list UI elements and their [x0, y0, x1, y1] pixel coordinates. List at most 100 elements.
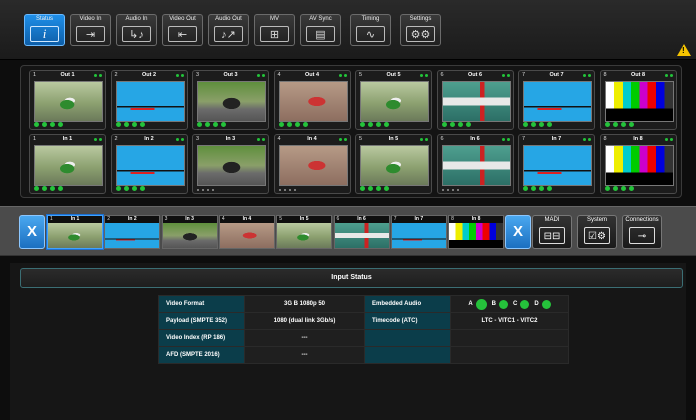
audio-indicators — [441, 122, 471, 127]
output-cell[interactable]: 7 Out 7 — [518, 70, 595, 130]
signal-dots — [501, 138, 510, 141]
strip-input-cell[interactable]: 4 In 4 — [218, 215, 275, 249]
channel-label: C — [513, 301, 518, 307]
tab-av-sync[interactable]: AV Sync ▤ — [300, 14, 341, 46]
cell-header: 4 Out 4 — [275, 71, 350, 80]
tab-audio-out[interactable]: Audio Out ♪↗ — [208, 14, 249, 46]
output-cell[interactable]: 4 Out 4 — [273, 70, 351, 130]
signal-dots — [420, 74, 428, 77]
strip-cell-name: In 4 — [242, 216, 252, 222]
tab-label: Timing — [361, 16, 380, 22]
timecode-label: Timecode (ATC) — [364, 312, 451, 330]
audio-indicators — [115, 122, 145, 127]
connections-button[interactable]: Connections ⊸ — [622, 215, 662, 249]
strip-thumbnail — [48, 223, 102, 248]
cell-header: 1 Out 1 — [30, 71, 105, 80]
input-cell[interactable]: 2 In 2 — [110, 134, 188, 194]
madi-button[interactable]: MADI ⊟⊟ — [532, 215, 572, 249]
empty-label — [364, 346, 451, 364]
info-icon: i — [30, 26, 59, 42]
tab-timing[interactable]: Timing ∿ — [350, 14, 391, 46]
strip-cell-name: In 1 — [70, 216, 80, 222]
warning-icon[interactable]: ! — [677, 44, 691, 56]
video-thumbnail — [441, 145, 511, 186]
led-icon — [499, 299, 508, 309]
cell-header: 7 In 7 — [519, 135, 594, 144]
tab-label: MV — [270, 16, 279, 22]
channel-label: A — [468, 301, 473, 307]
tab-audio-in[interactable]: Audio In ↳♪ — [116, 14, 157, 46]
clapper-icon: ▤ — [306, 26, 335, 42]
signal-dots — [664, 74, 673, 77]
strip-cell-header: 7 In 7 — [391, 216, 446, 223]
tab-label: Audio Out — [215, 16, 242, 22]
tab-settings[interactable]: Settings ⚙⚙ — [400, 14, 441, 46]
signal-dots — [501, 74, 510, 77]
table-row: Video Index (RP 186) --- — [158, 329, 569, 347]
cell-header: 3 In 3 — [193, 135, 268, 144]
audio-indicators — [523, 122, 552, 127]
tab-status[interactable]: Status i — [24, 14, 65, 46]
output-cell[interactable]: 5 Out 5 — [355, 70, 432, 130]
led-icon — [541, 299, 551, 309]
top-toolbar: Status i Video In ⇥ Audio In ↳♪ Video Out ⇤ … — [0, 0, 696, 60]
audio-out-icon: ♪↗ — [214, 26, 243, 42]
input-selector-strip: X X MADI ⊟⊟ System ☑⚙ Connections ⊸ 1 In 12I… — [0, 206, 696, 256]
input-cell[interactable]: 5 In 5 — [355, 134, 432, 194]
signal-dots — [257, 74, 265, 77]
output-cell[interactable]: 2 Out 2 — [110, 70, 188, 130]
output-cell[interactable]: 1 Out 1 — [29, 70, 106, 130]
output-cell[interactable]: 3 Out 3 — [192, 70, 269, 130]
video-thumbnail — [197, 81, 266, 122]
strip-cell-header: 2 In 2 — [105, 216, 160, 223]
tab-video-out[interactable]: Video Out ⇤ — [162, 14, 203, 46]
timing-icon: ∿ — [356, 26, 385, 42]
close-left-button[interactable]: X — [19, 215, 45, 249]
strip-input-cell[interactable]: 8 In 8 — [448, 215, 505, 249]
signal-dots — [338, 74, 347, 77]
tab-video-in[interactable]: Video In ⇥ — [70, 14, 111, 46]
input-cell[interactable]: 6 In 6 — [436, 134, 514, 194]
empty-value — [450, 346, 569, 364]
multiview-icon: ⊞ — [260, 26, 289, 42]
tab-label: Settings — [409, 16, 432, 22]
led-icon — [475, 298, 487, 310]
strip-input-cell[interactable]: 6 In 6 — [333, 215, 390, 249]
video-thumbnail — [523, 145, 592, 186]
strip-input-cell[interactable]: 1 In 1 — [47, 215, 103, 249]
input-cell[interactable]: 1 In 1 — [29, 134, 106, 194]
signal-dots — [420, 138, 428, 141]
close-right-button[interactable]: X — [505, 215, 531, 249]
output-cell[interactable]: 6 Out 6 — [436, 70, 514, 130]
strip-cell-name: In 5 — [299, 216, 309, 222]
video-thumbnail — [115, 81, 185, 122]
input-cell[interactable]: 4 In 4 — [273, 134, 351, 194]
audio-indicators — [604, 122, 634, 127]
audio-indicators — [360, 186, 389, 191]
input-cell[interactable]: 7 In 7 — [518, 134, 595, 194]
channel-c: C — [513, 299, 530, 309]
signal-dots — [338, 138, 347, 141]
strip-input-cell[interactable]: 2 In 2 — [104, 215, 161, 249]
input-cell[interactable]: 3 In 3 — [192, 134, 269, 194]
video-in-icon: ⇥ — [76, 26, 105, 42]
tab-label: Video Out — [169, 16, 196, 22]
strip-input-cell[interactable]: 3 In 3 — [161, 215, 218, 249]
tab-mv[interactable]: MV ⊞ — [254, 14, 295, 46]
strip-input-cell[interactable]: 5 In 5 — [276, 215, 333, 249]
output-cell[interactable]: 8 Out 8 — [599, 70, 677, 130]
cell-header: 3 Out 3 — [193, 71, 268, 80]
cell-header: 6 Out 6 — [438, 71, 513, 80]
input-cell[interactable]: 8 In 8 — [599, 134, 677, 194]
channel-label: B — [491, 301, 496, 307]
channel-a: A — [468, 298, 487, 310]
button-label: MADI — [544, 217, 560, 223]
empty-value — [450, 329, 569, 347]
button-label: Connections — [625, 217, 659, 223]
payload-value: 1080 (dual link 3Gb/s) — [244, 312, 365, 330]
strip-cell-header: 8 In 8 — [449, 216, 504, 223]
video-format-value: 3G B 1080p 50 — [244, 295, 365, 313]
system-button[interactable]: System ☑⚙ — [577, 215, 617, 249]
tab-label: Status — [35, 16, 53, 22]
strip-input-cell[interactable]: 7 In 7 — [390, 215, 447, 249]
